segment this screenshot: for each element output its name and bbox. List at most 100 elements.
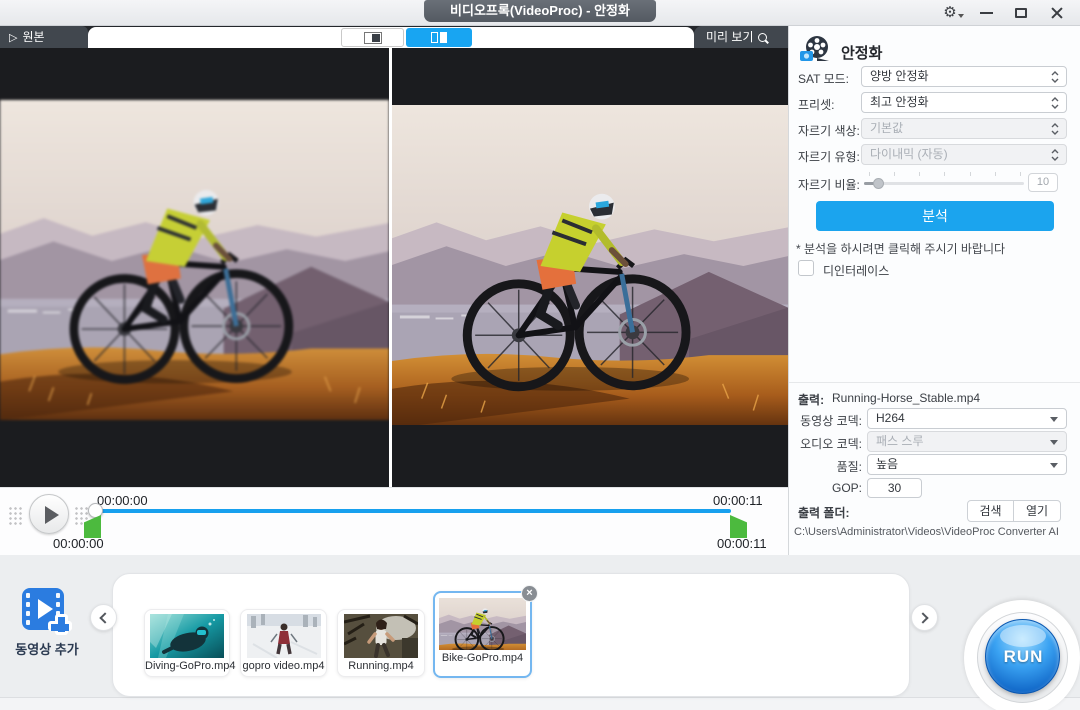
- prev-button[interactable]: [90, 604, 117, 631]
- sat-mode-select[interactable]: 양방 안정화: [861, 66, 1067, 87]
- play-outline-icon: ▷: [9, 32, 17, 44]
- run-gloss: [1000, 625, 1046, 647]
- stabilization-panel: 안정화 SAT 모드: 양방 안정화 프리셋: 최고 안정화 자르기 색상: 기…: [788, 26, 1080, 555]
- preset-value: 최고 안정화: [870, 95, 929, 109]
- drag-grip-icon[interactable]: [8, 506, 24, 526]
- close-button[interactable]: [1043, 0, 1071, 26]
- tab-original[interactable]: ▷ 원본: [0, 26, 88, 48]
- single-view-icon: [364, 32, 382, 44]
- video-compare-area: [0, 48, 788, 487]
- slider-thumb[interactable]: [873, 178, 884, 189]
- add-video-icon[interactable]: [22, 588, 72, 636]
- crop-ratio-input[interactable]: 10: [1028, 173, 1058, 192]
- crop-ratio-slider[interactable]: [864, 182, 1024, 185]
- sat-mode-label: SAT 모드:: [798, 70, 849, 87]
- panel-title: 안정화: [841, 42, 882, 63]
- crop-type-select[interactable]: 다이내믹 (자동): [861, 144, 1067, 165]
- remove-media-icon[interactable]: ×: [521, 585, 538, 602]
- media-item-bike-selected[interactable]: × Bike-GoPro.mp4: [433, 591, 532, 678]
- media-item-name: Diving-GoPro.mp4: [145, 658, 229, 675]
- media-item-name: gopro video.mp4: [241, 658, 326, 675]
- folder-buttons: 검색 열기: [967, 500, 1061, 522]
- playhead-time: 00:00:00: [97, 493, 148, 508]
- timeline-track[interactable]: [94, 509, 731, 513]
- quality-value: 높음: [876, 457, 898, 471]
- media-item-gopro[interactable]: gopro video.mp4: [240, 609, 327, 677]
- deinterlace-checkbox[interactable]: [798, 260, 814, 276]
- tab-original-label: 원본: [22, 30, 44, 44]
- trim-end-time: 00:00:11: [717, 536, 767, 551]
- open-button[interactable]: 열기: [1014, 501, 1060, 521]
- preset-select[interactable]: 최고 안정화: [861, 92, 1067, 113]
- sat-mode-value: 양방 안정화: [870, 69, 929, 83]
- crop-color-value: 기본값: [870, 121, 903, 135]
- chevron-left-icon: [99, 612, 110, 623]
- crop-color-label: 자르기 색상:: [798, 122, 860, 139]
- video-codec-value: H264: [876, 411, 905, 425]
- output-folder-label: 출력 폴더:: [798, 504, 850, 521]
- maximize-icon: [1015, 8, 1027, 18]
- diving-thumbnail: [150, 614, 224, 658]
- video-codec-label: 동영상 코덱:: [794, 412, 862, 429]
- stabilized-video-frame: [392, 105, 788, 425]
- end-time: 00:00:11: [713, 493, 763, 508]
- audio-codec-value: 패스 스루: [876, 434, 924, 448]
- videoproc-window: 비디오프록(VideoProc) - 안정화 ⚙ ▷ 원본 미리 보기 00:00…: [0, 0, 1080, 710]
- maximize-button[interactable]: [1007, 0, 1035, 26]
- media-item-name: Bike-GoPro.mp4: [435, 650, 530, 667]
- preview-button[interactable]: 미리 보기: [694, 26, 788, 48]
- split-view-icon: [431, 32, 447, 43]
- original-video-pane: [0, 48, 389, 487]
- output-folder-path: C:\Users\Administrator\Videos\VideoProc …: [794, 526, 1059, 538]
- browse-button[interactable]: 검색: [968, 501, 1014, 521]
- media-item-running[interactable]: Running.mp4: [337, 609, 425, 677]
- quality-label: 품질:: [794, 458, 862, 475]
- preview-toolbar: ▷ 원본 미리 보기: [0, 26, 788, 48]
- spinner-arrows-icon: [1051, 148, 1059, 162]
- running-thumbnail: [344, 614, 418, 658]
- preset-label: 프리셋:: [798, 96, 834, 113]
- play-icon: [45, 506, 59, 524]
- title-bar: 비디오프록(VideoProc) - 안정화 ⚙: [0, 0, 1080, 26]
- next-button[interactable]: [911, 604, 938, 631]
- crop-type-label: 자르기 유형:: [798, 148, 860, 165]
- run-button-ring: RUN: [977, 612, 1068, 703]
- panel-divider: [789, 382, 1080, 383]
- play-button[interactable]: [29, 494, 69, 534]
- run-button[interactable]: RUN: [985, 619, 1060, 694]
- close-icon: [1050, 6, 1064, 20]
- add-video-label[interactable]: 동영상 추가: [4, 639, 90, 658]
- minimize-button[interactable]: [972, 0, 1000, 26]
- ski-thumbnail: [247, 614, 321, 658]
- audio-codec-label: 오디오 코덱:: [794, 435, 862, 452]
- media-item-diving[interactable]: Diving-GoPro.mp4: [144, 609, 230, 677]
- run-button-label: RUN: [986, 647, 1061, 667]
- trim-end-marker[interactable]: [730, 515, 747, 538]
- audio-codec-select[interactable]: 패스 스루: [867, 431, 1067, 452]
- media-item-name: Running.mp4: [338, 658, 424, 675]
- caret-down-icon: [1050, 463, 1058, 468]
- video-codec-select[interactable]: H264: [867, 408, 1067, 429]
- analyze-note: * 분석을 하시려면 클릭해 주시기 바랍니다: [796, 240, 1005, 257]
- spinner-arrows-icon: [1051, 122, 1059, 136]
- window-title: 비디오프록(VideoProc) - 안정화: [424, 0, 656, 22]
- slider-ticks: [869, 172, 1021, 176]
- view-toggle-single[interactable]: [341, 28, 404, 47]
- preview-button-label: 미리 보기: [706, 26, 754, 48]
- bottom-strip: [0, 697, 1080, 710]
- crop-color-select[interactable]: 기본값: [861, 118, 1067, 139]
- gop-label: GOP:: [794, 481, 862, 495]
- timeline-bar: 00:00:00 00:00:11 00:00:00 00:00:11: [0, 487, 788, 555]
- output-filename: Running-Horse_Stable.mp4: [832, 391, 980, 405]
- caret-down-icon: [1050, 417, 1058, 422]
- gop-input[interactable]: 30: [867, 478, 922, 498]
- trim-start-time: 00:00:00: [53, 536, 104, 551]
- quality-select[interactable]: 높음: [867, 454, 1067, 475]
- analyze-button[interactable]: 분석: [816, 201, 1054, 231]
- view-toggle-split[interactable]: [406, 28, 472, 47]
- deinterlace-label: 디인터레이스: [823, 262, 889, 279]
- settings-gear-icon[interactable]: ⚙: [938, 2, 962, 24]
- minimize-icon: [980, 12, 993, 14]
- stabilized-video-pane: [392, 48, 788, 487]
- film-reel-icon: [799, 34, 833, 64]
